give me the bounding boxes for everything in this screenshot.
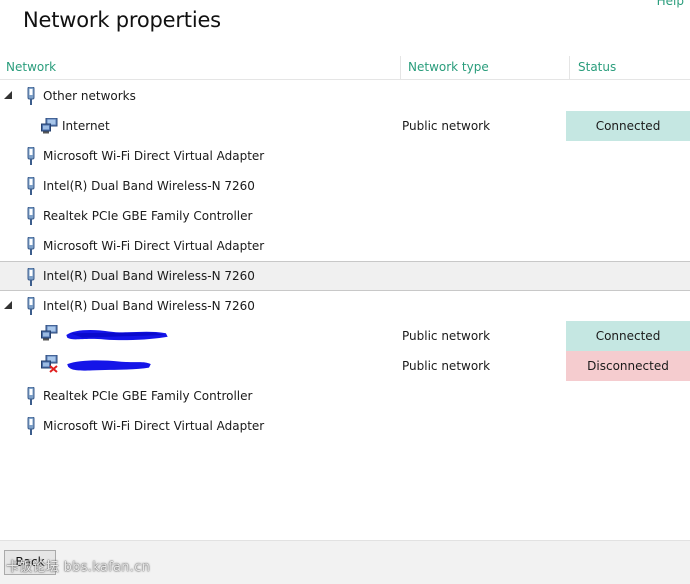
adapter-name: Microsoft Wi-Fi Direct Virtual Adapter xyxy=(43,419,265,433)
network-tree: Other networks Internet Public network C… xyxy=(0,81,690,441)
expand-collapse-icon[interactable] xyxy=(4,91,12,99)
column-separator[interactable] xyxy=(569,56,570,80)
network-computer-icon xyxy=(41,118,58,134)
network-computer-icon xyxy=(41,325,58,341)
column-separator[interactable] xyxy=(400,56,401,80)
status-badge: Disconnected xyxy=(566,351,690,381)
adapter-name: Realtek PCIe GBE Family Controller xyxy=(43,209,253,223)
adapter-row[interactable]: Microsoft Wi-Fi Direct Virtual Adapter xyxy=(0,411,690,441)
tree-group-label: Intel(R) Dual Band Wireless-N 7260 xyxy=(43,299,255,313)
adapter-name: Microsoft Wi-Fi Direct Virtual Adapter xyxy=(43,239,265,253)
network-adapter-icon xyxy=(27,177,35,195)
status-badge: Connected xyxy=(566,111,690,141)
network-adapter-icon xyxy=(27,237,35,255)
tree-group-row[interactable]: Intel(R) Dual Band Wireless-N 7260 xyxy=(0,291,690,321)
status-badge: Connected xyxy=(566,321,690,351)
network-row[interactable]: Internet Public network Connected xyxy=(0,111,690,141)
adapter-name: Intel(R) Dual Band Wireless-N 7260 xyxy=(43,179,255,193)
network-type-value: Public network xyxy=(402,329,491,343)
network-adapter-icon xyxy=(27,297,35,315)
column-header-status[interactable]: Status xyxy=(578,60,616,80)
column-header-row: Network Network type Status xyxy=(0,56,690,80)
adapter-row[interactable]: Microsoft Wi-Fi Direct Virtual Adapter xyxy=(0,231,690,261)
tree-group-label: Other networks xyxy=(43,89,136,103)
network-computer-disconnected-icon xyxy=(41,355,58,373)
adapter-name: Microsoft Wi-Fi Direct Virtual Adapter xyxy=(43,149,265,163)
network-name: Internet xyxy=(62,119,110,133)
adapter-row[interactable]: Realtek PCIe GBE Family Controller xyxy=(0,201,690,231)
network-adapter-icon xyxy=(27,147,35,165)
column-header-network-type[interactable]: Network type xyxy=(408,60,489,80)
adapter-row[interactable]: Realtek PCIe GBE Family Controller xyxy=(0,381,690,411)
adapter-row-selected[interactable]: Intel(R) Dual Band Wireless-N 7260 xyxy=(0,261,690,291)
redacted-network-name xyxy=(66,329,168,341)
network-row[interactable]: Public network Disconnected xyxy=(0,351,690,381)
adapter-name: Intel(R) Dual Band Wireless-N 7260 xyxy=(43,269,255,283)
adapter-name: Realtek PCIe GBE Family Controller xyxy=(43,389,253,403)
network-row[interactable]: Public network Connected xyxy=(0,321,690,351)
adapter-row[interactable]: Intel(R) Dual Band Wireless-N 7260 xyxy=(0,171,690,201)
network-type-value: Public network xyxy=(402,359,491,373)
redacted-network-name xyxy=(67,360,151,371)
footer-bar: Back 卡饭论坛 bbs.kafan.cn xyxy=(0,540,690,584)
network-adapter-icon xyxy=(27,87,35,105)
network-adapter-icon xyxy=(27,387,35,405)
column-header-network[interactable]: Network xyxy=(6,60,56,80)
page-title: Network properties xyxy=(23,8,221,32)
expand-collapse-icon[interactable] xyxy=(4,301,12,309)
network-adapter-icon xyxy=(27,207,35,225)
network-adapter-icon xyxy=(27,268,35,286)
network-adapter-icon xyxy=(27,417,35,435)
help-link[interactable]: Help xyxy=(657,0,684,8)
adapter-row[interactable]: Microsoft Wi-Fi Direct Virtual Adapter xyxy=(0,141,690,171)
tree-group-row[interactable]: Other networks xyxy=(0,81,690,111)
watermark: 卡饭论坛 bbs.kafan.cn xyxy=(6,560,151,575)
network-type-value: Public network xyxy=(402,119,491,133)
